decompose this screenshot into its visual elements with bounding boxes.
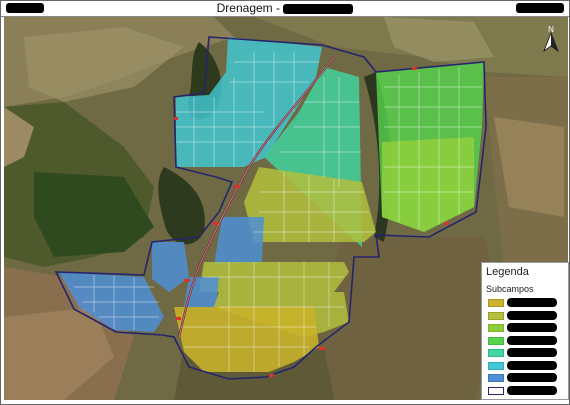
legend-label-redacted [507, 298, 557, 307]
legend-label-redacted [507, 360, 557, 370]
redacted-block [516, 3, 564, 13]
legend-title: Legenda [486, 266, 529, 278]
legend-label-redacted [507, 348, 557, 357]
map-title: Drenagem - [0, 1, 570, 15]
legend-swatch [488, 386, 504, 395]
legend-label-redacted [507, 385, 557, 395]
legend-swatch [488, 349, 504, 357]
legend-label-redacted [507, 373, 557, 382]
legend-swatch [488, 324, 504, 332]
map-legend: Legenda Subcampos [481, 262, 569, 400]
legend-swatch [488, 311, 504, 320]
north-arrow-icon: N [543, 25, 559, 53]
zone-blue[interactable] [214, 217, 264, 265]
redacted-title-part [283, 3, 354, 14]
legend-swatch [488, 361, 504, 370]
legend-swatch [488, 374, 504, 382]
legend-swatch [488, 299, 504, 307]
legend-label-redacted [507, 335, 557, 345]
legend-subtitle: Subcampos [486, 284, 534, 294]
title-bar: Drenagem - [0, 0, 570, 17]
legend-label-redacted [507, 310, 557, 320]
legend-label-redacted [507, 323, 557, 332]
map-title-text: Drenagem - [216, 1, 280, 15]
legend-swatch [488, 336, 504, 345]
map-viewer: Drenagem - N Legenda Subcampos [0, 0, 570, 405]
